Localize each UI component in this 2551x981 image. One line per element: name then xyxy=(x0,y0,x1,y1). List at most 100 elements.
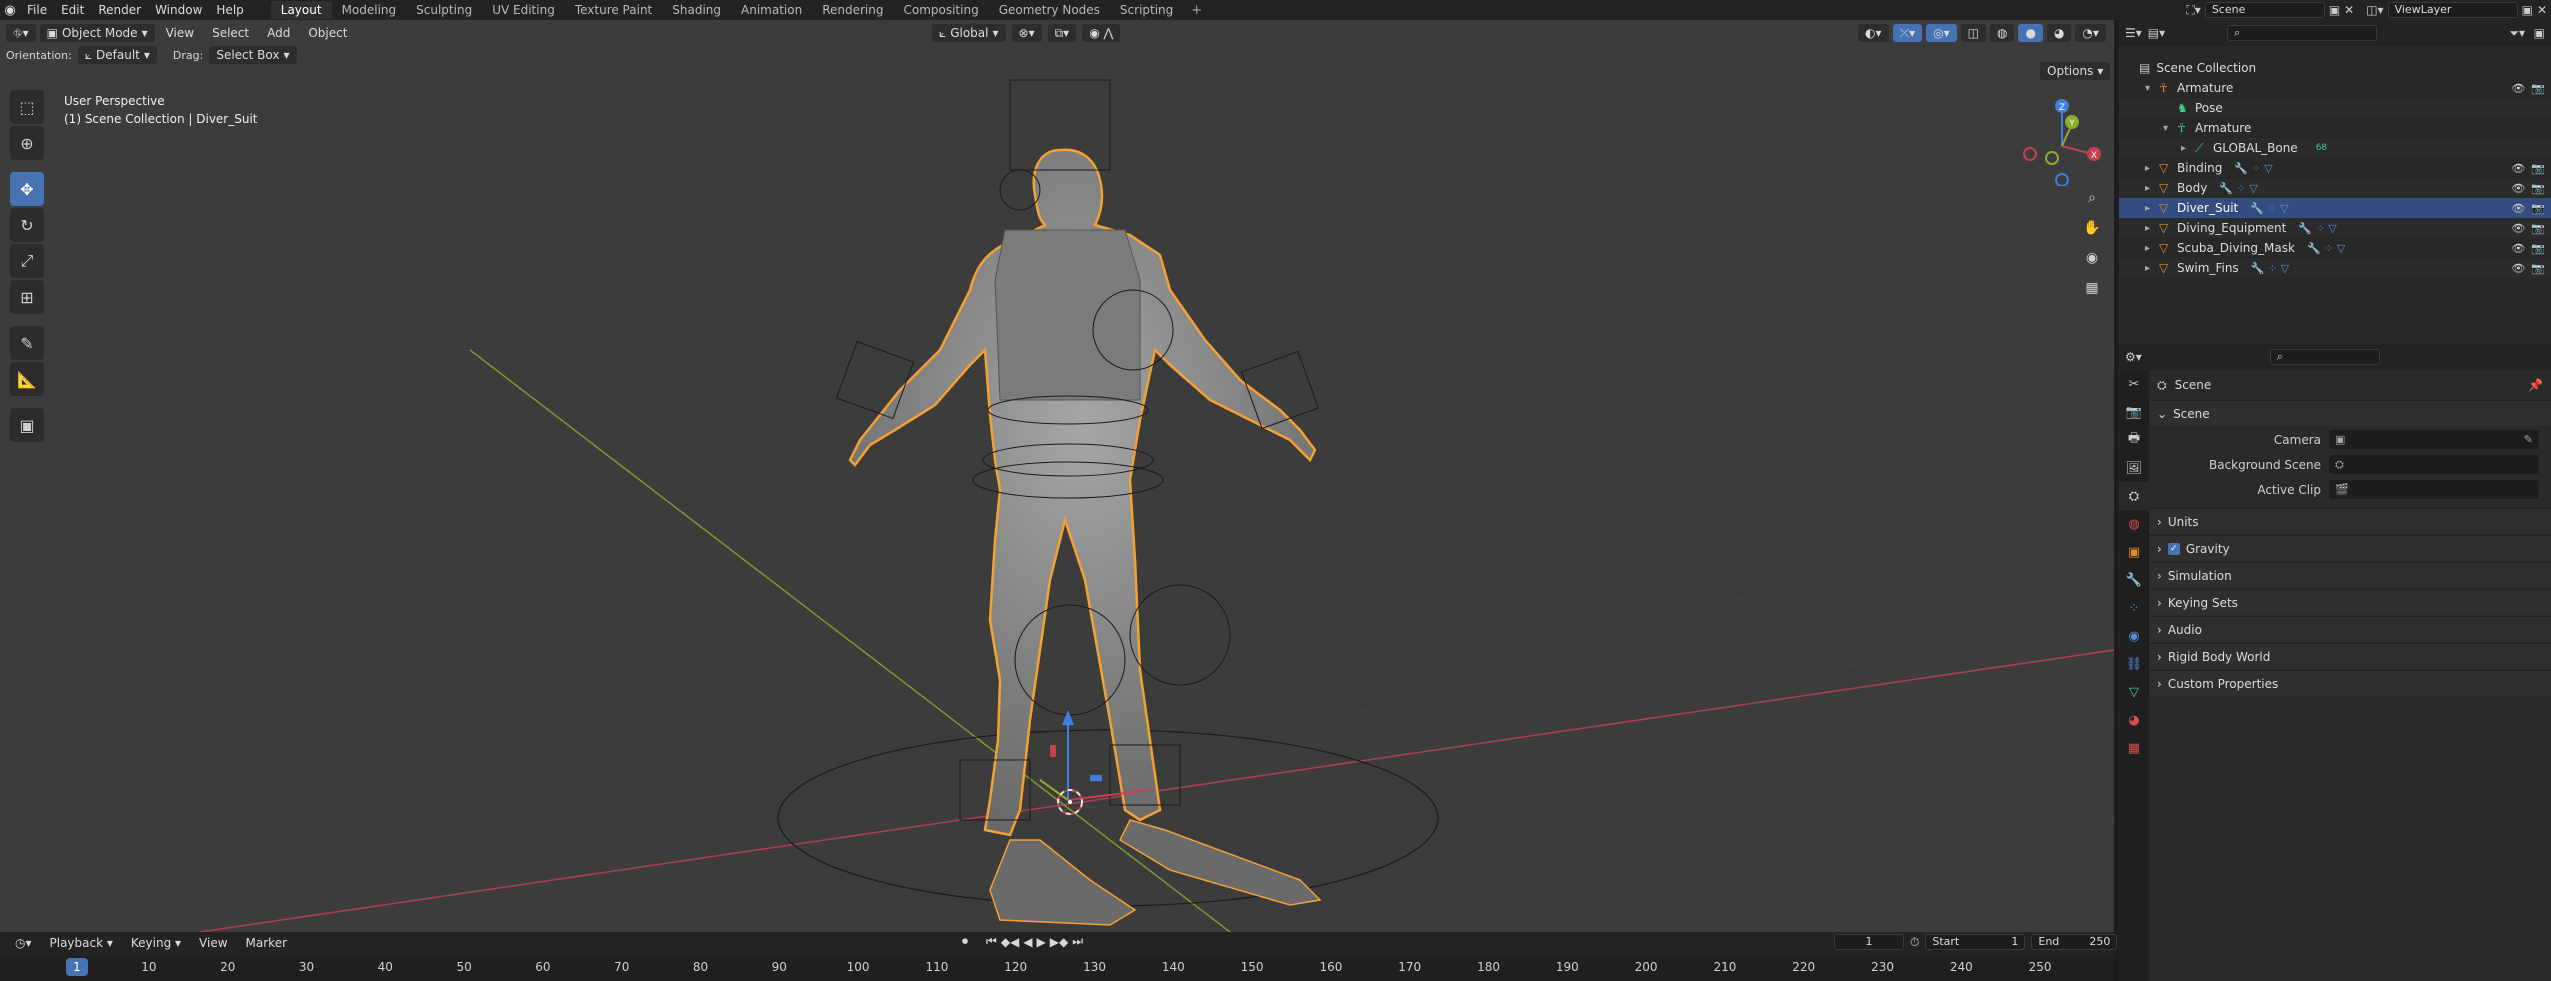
properties-search-input[interactable]: ⌕ xyxy=(2269,349,2380,365)
render-camera-icon[interactable]: 📷 xyxy=(2531,182,2545,195)
outliner-row[interactable]: ▸ ▽ Body 🔧 ⁘ ▽ 👁 📷 xyxy=(2119,178,2551,198)
material-tab-icon[interactable]: ◕ xyxy=(2119,706,2149,734)
scene-name-field[interactable]: Scene xyxy=(2204,2,2325,18)
render-camera-icon[interactable]: 📷 xyxy=(2531,202,2545,215)
drag-dropdown[interactable]: Select Box ▾ xyxy=(209,46,297,64)
visibility-eye-icon[interactable]: 👁 xyxy=(2511,222,2525,235)
shading-wireframe-icon[interactable]: ◍ xyxy=(1989,24,2015,42)
output-tab-icon[interactable]: 🖶 xyxy=(2119,426,2149,454)
gravity-checkbox[interactable]: ✓ xyxy=(2167,542,2180,555)
tab-shading[interactable]: Shading xyxy=(662,1,731,19)
select-box-tool-icon[interactable]: ⬚ xyxy=(10,90,44,124)
overlay-toggle-icon[interactable]: ◎▾ xyxy=(1926,24,1957,42)
delete-scene-icon[interactable]: ✕ xyxy=(2344,3,2354,17)
gizmo-toggle-icon[interactable]: ⤫▾ xyxy=(1892,24,1923,42)
cursor-tool-icon[interactable]: ⊕ xyxy=(10,126,44,160)
render-camera-icon[interactable]: 📷 xyxy=(2531,162,2545,175)
expand-toggle-icon[interactable]: ▸ xyxy=(2145,243,2159,254)
editor-type-button[interactable]: ⛗▾ xyxy=(6,24,36,42)
menu-window[interactable]: Window xyxy=(148,3,209,17)
outliner-row[interactable]: ▾ ☥ Armature xyxy=(2119,118,2551,138)
outliner-editor-type-icon[interactable]: ☰▾ xyxy=(2125,26,2142,40)
tab-compositing[interactable]: Compositing xyxy=(893,1,988,19)
expand-toggle-icon[interactable]: ▸ xyxy=(2145,203,2159,214)
outliner-row[interactable]: ▸ ▽ Diver_Suit 🔧 ⁘ ▽ 👁 📷 xyxy=(2119,198,2551,218)
end-frame-field[interactable]: End 250 xyxy=(2031,934,2118,950)
timeline-editor-type-icon[interactable]: ◷▾ xyxy=(8,934,39,952)
expand-toggle-icon[interactable]: ▸ xyxy=(2181,143,2195,154)
object-tab-icon[interactable]: ▣ xyxy=(2119,538,2149,566)
panel-units[interactable]: › Units xyxy=(2149,508,2551,534)
physics-tab-icon[interactable]: ◉ xyxy=(2119,622,2149,650)
menu-edit[interactable]: Edit xyxy=(54,3,91,17)
tab-modeling[interactable]: Modeling xyxy=(332,1,407,19)
menu-object[interactable]: Object xyxy=(301,24,354,42)
frame-ruler[interactable]: 1 10 20 30 40 50 60 70 80 90 100 110 120 130 140 150 16… xyxy=(0,956,2114,981)
visibility-eye-icon[interactable]: 👁 xyxy=(2511,202,2525,215)
view-layer-tab-icon[interactable]: 🖼 xyxy=(2119,454,2149,482)
tab-sculpting[interactable]: Sculpting xyxy=(406,1,482,19)
tab-scripting[interactable]: Scripting xyxy=(1110,1,1183,19)
modifier-tab-icon[interactable]: 🔧 xyxy=(2119,566,2149,594)
outliner-row[interactable]: ▸ ▽ Swim_Fins 🔧 ⁘ ▽ 👁 📷 xyxy=(2119,258,2551,278)
panel-keying-sets[interactable]: › Keying Sets xyxy=(2149,589,2551,615)
eyedropper-icon[interactable]: ✎ xyxy=(2524,433,2533,446)
expand-toggle-icon[interactable]: ▸ xyxy=(2145,223,2159,234)
perspective-grid-icon[interactable]: ▦ xyxy=(2080,276,2104,300)
outliner-root-row[interactable]: ▤ Scene Collection xyxy=(2119,58,2551,78)
add-workspace-button[interactable]: + xyxy=(1183,3,1210,18)
pin-icon[interactable]: 📌 xyxy=(2528,378,2543,392)
prev-keyframe-icon[interactable]: ◆◀ xyxy=(1001,935,1019,949)
expand-toggle-icon[interactable]: ▾ xyxy=(2163,123,2177,134)
menu-file[interactable]: File xyxy=(20,3,54,17)
jump-start-icon[interactable]: ⏮ xyxy=(986,934,997,949)
tool-tab-icon[interactable]: ✂ xyxy=(2119,370,2149,398)
visibility-eye-icon[interactable]: 👁 xyxy=(2511,162,2525,175)
menu-view[interactable]: View xyxy=(159,24,201,42)
panel-scene[interactable]: ⌄ Scene xyxy=(2149,400,2551,426)
world-tab-icon[interactable]: ◍ xyxy=(2119,510,2149,538)
menu-marker[interactable]: Marker xyxy=(239,934,294,952)
annotate-tool-icon[interactable]: ✎ xyxy=(10,326,44,360)
tab-uv-editing[interactable]: UV Editing xyxy=(482,1,565,19)
visibility-eye-icon[interactable]: 👁 xyxy=(2511,242,2525,255)
render-camera-icon[interactable]: 📷 xyxy=(2531,82,2545,95)
shading-material-icon[interactable]: ◕ xyxy=(2046,24,2072,42)
outliner-row[interactable]: ▾ ☥ Armature 👁 📷 xyxy=(2119,78,2551,98)
play-icon[interactable]: ▶ xyxy=(1037,935,1046,949)
data-tab-icon[interactable]: ▽ xyxy=(2119,678,2149,706)
camera-field[interactable]: ▣ ✎ xyxy=(2329,430,2539,449)
outliner-row[interactable]: ▸ ▽ Diving_Equipment 🔧 ⁘ ▽ 👁 📷 xyxy=(2119,218,2551,238)
rotate-tool-icon[interactable]: ↻ xyxy=(10,208,44,242)
measure-tool-icon[interactable]: 📐 xyxy=(10,362,44,396)
navigation-gizmo[interactable]: Z X Y xyxy=(2020,96,2104,186)
menu-keying[interactable]: Keying ▾ xyxy=(124,934,188,952)
shading-solid-icon[interactable]: ● xyxy=(2018,24,2043,42)
delete-viewlayer-icon[interactable]: ✕ xyxy=(2537,3,2547,17)
viewlayer-name-field[interactable]: ViewLayer xyxy=(2387,2,2518,18)
play-reverse-icon[interactable]: ◀ xyxy=(1023,935,1032,949)
move-tool-icon[interactable]: ✥ xyxy=(10,172,44,206)
pan-hand-icon[interactable]: ✋ xyxy=(2080,216,2104,240)
3d-viewport[interactable]: ⛗▾ ▣ Object Mode ▾ View Select Add Object … xyxy=(0,20,2114,932)
transform-orientation-dropdown[interactable]: ⟀ Global ▾ xyxy=(932,24,1006,42)
tab-animation[interactable]: Animation xyxy=(731,1,812,19)
expand-toggle-icon[interactable]: ▾ xyxy=(2145,83,2159,94)
filter-icon[interactable]: ⏷▾ xyxy=(2509,26,2525,41)
properties-editor-type-icon[interactable]: ⚙▾ xyxy=(2125,350,2142,364)
render-camera-icon[interactable]: 📷 xyxy=(2531,222,2545,235)
constraints-tab-icon[interactable]: ⛓ xyxy=(2119,650,2149,678)
expand-toggle-icon[interactable]: ▸ xyxy=(2145,163,2159,174)
new-viewlayer-icon[interactable]: ▣ xyxy=(2522,3,2533,17)
add-cube-tool-icon[interactable]: ▣ xyxy=(10,408,44,442)
blender-logo-icon[interactable]: ◉ xyxy=(0,0,20,20)
scene-tab-icon[interactable]: ⛭ xyxy=(2119,482,2149,510)
snap-button[interactable]: ⧉▾ xyxy=(1047,24,1077,42)
stopwatch-icon[interactable]: ⏱ xyxy=(1910,935,1919,950)
render-tab-icon[interactable]: 📷 xyxy=(2119,398,2149,426)
texture-tab-icon[interactable]: ▦ xyxy=(2119,734,2149,762)
record-icon[interactable]: ⏺ xyxy=(962,934,968,949)
scene-selector-icon[interactable]: ⛶▾ xyxy=(2186,3,2200,18)
panel-custom-properties[interactable]: › Custom Properties xyxy=(2149,670,2551,696)
panel-audio[interactable]: › Audio xyxy=(2149,616,2551,642)
